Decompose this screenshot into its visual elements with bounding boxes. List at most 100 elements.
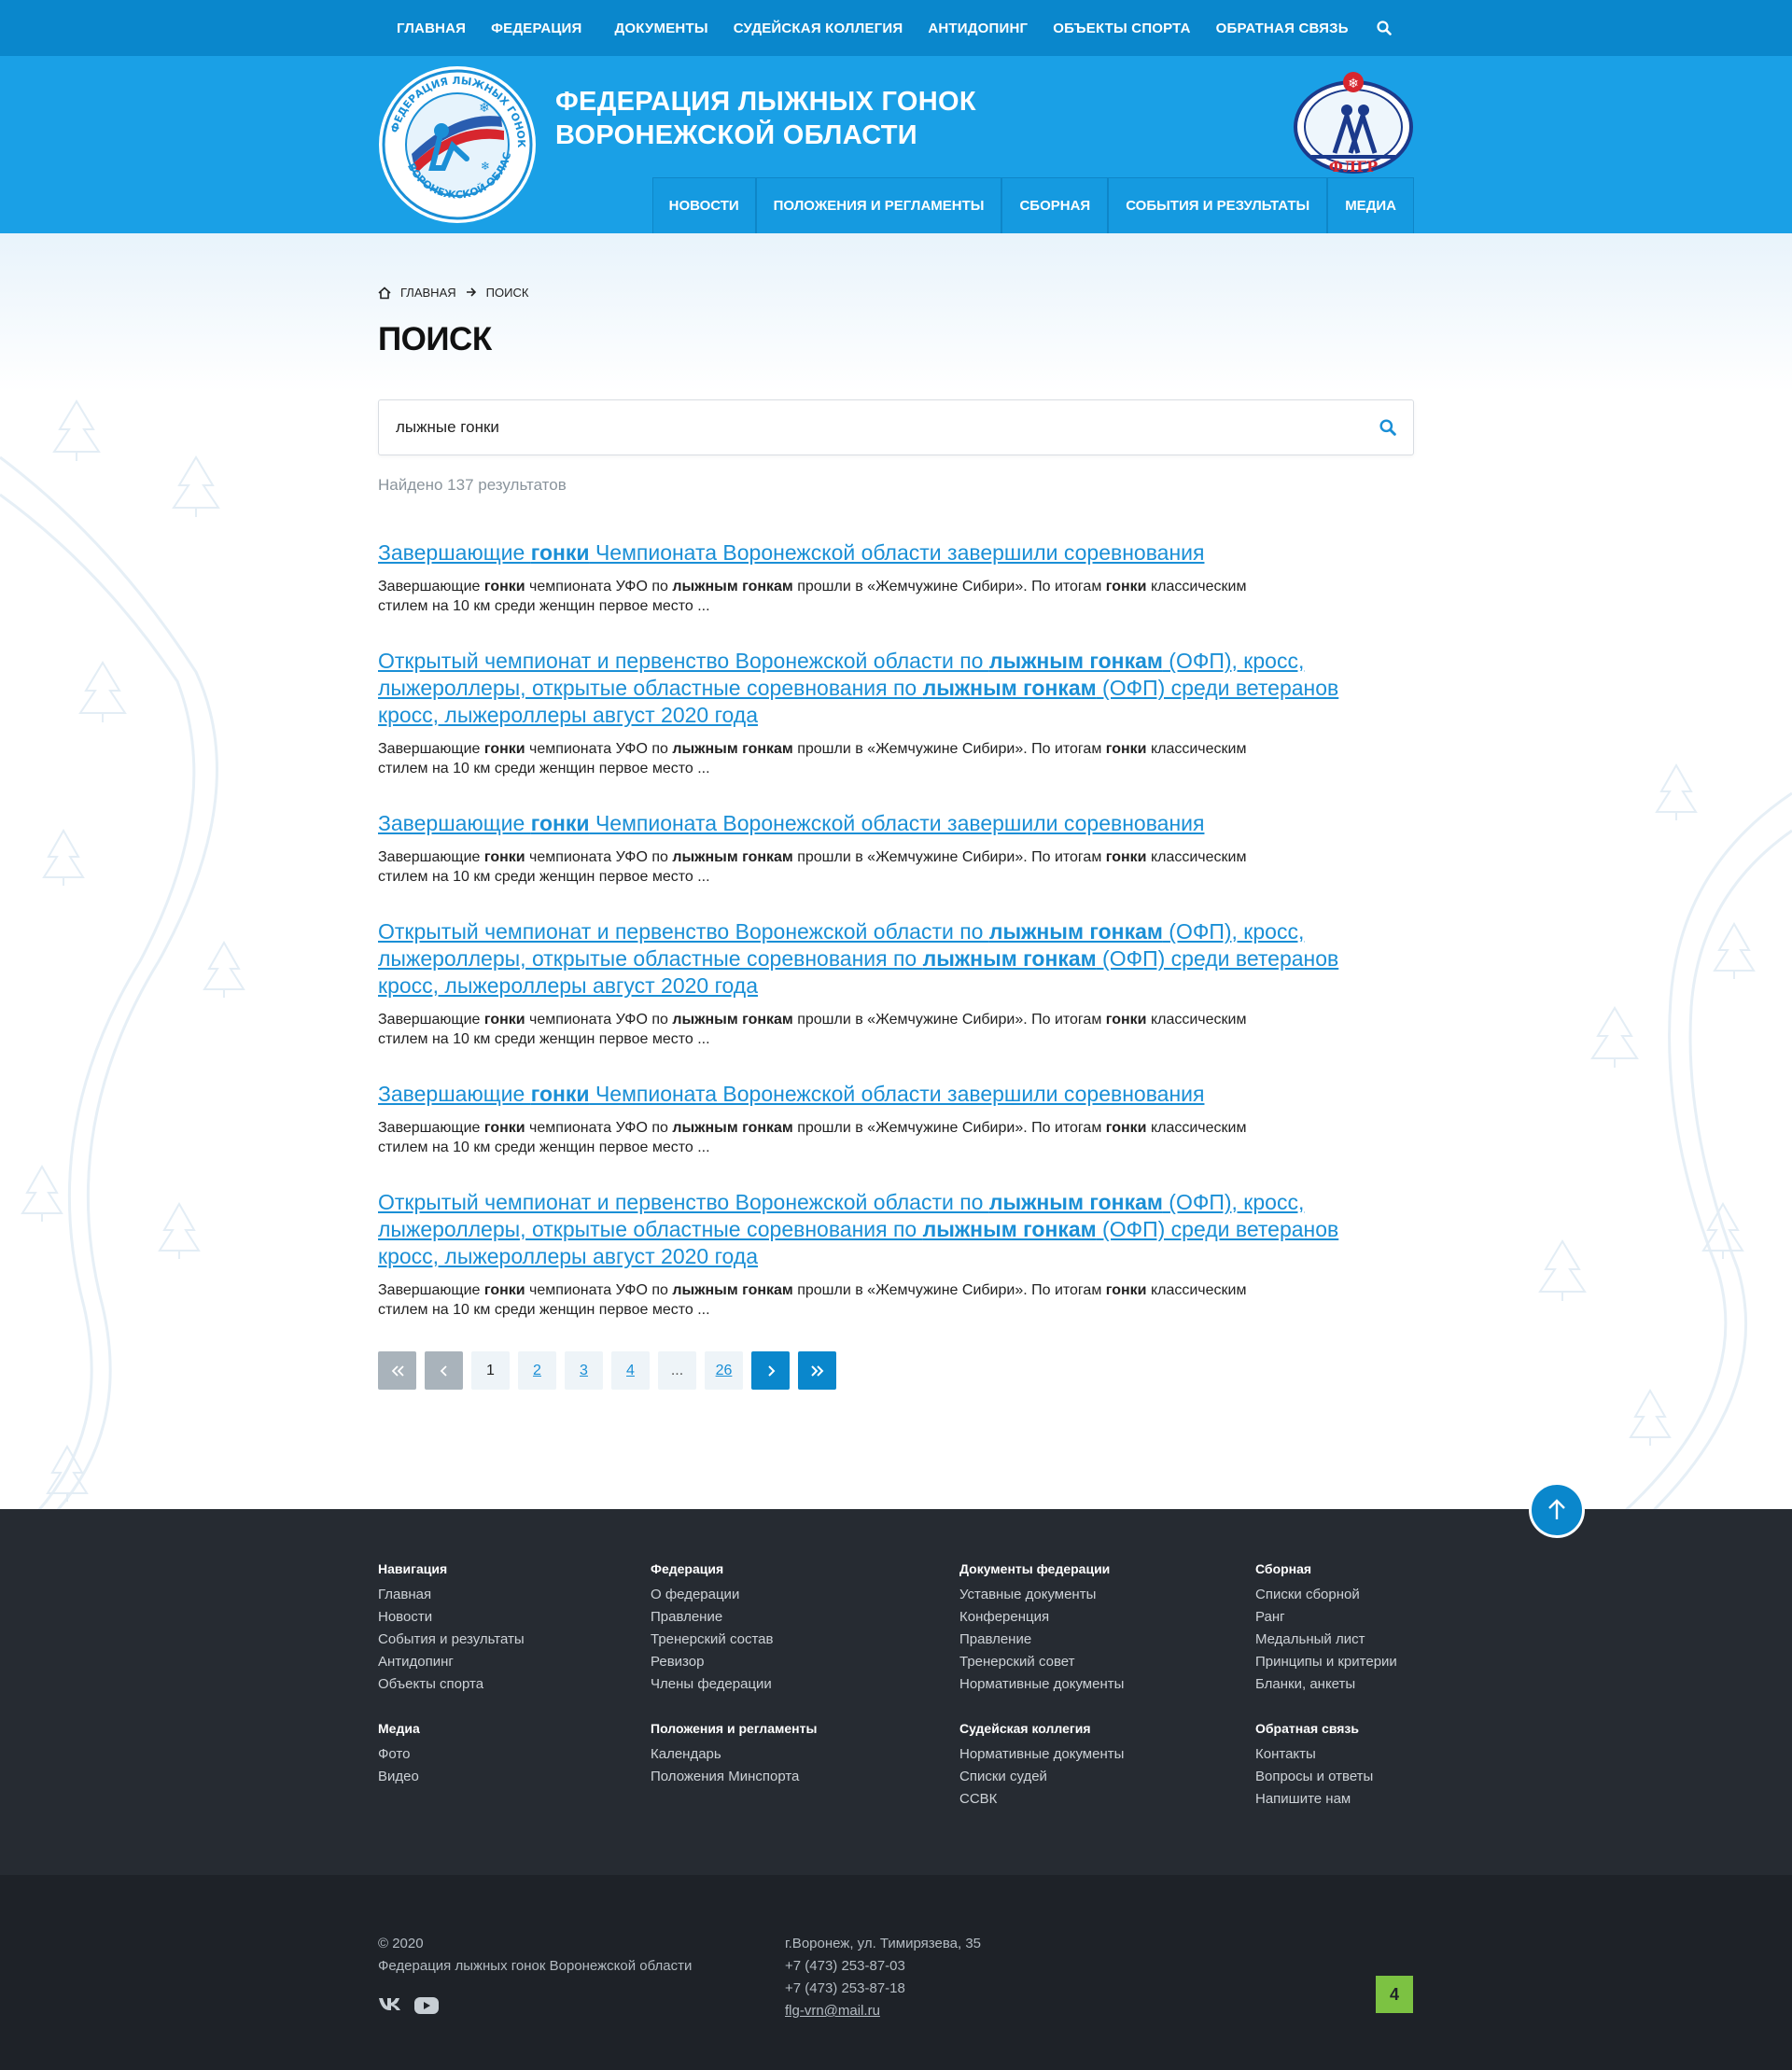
- footer-copyright: © 2020 Федерация лыжных гонок Воронежско…: [378, 1933, 692, 1978]
- topnav-home[interactable]: ГЛАВНАЯ: [397, 21, 466, 36]
- footer-col-title: Навигация: [378, 1561, 448, 1576]
- footer-link[interactable]: Правление: [651, 1606, 949, 1629]
- list-item: Завершающие гонки Чемпионата Воронежской…: [378, 810, 1414, 887]
- footer-link[interactable]: ССВК: [959, 1788, 1258, 1811]
- first-page-button[interactable]: [378, 1351, 416, 1390]
- footer-link[interactable]: Бланки, анкеты: [1255, 1673, 1442, 1696]
- result-snippet: Завершающие гонки чемпионата УФО по лыжн…: [378, 1120, 1247, 1155]
- footer-link[interactable]: Списки сборной: [1255, 1584, 1442, 1606]
- footer-col-regulations: Положения и регламенты Календарь Положен…: [651, 1721, 949, 1788]
- prev-page-button[interactable]: [425, 1351, 463, 1390]
- svg-text:❄: ❄: [481, 160, 490, 173]
- footer-link[interactable]: Главная: [378, 1584, 677, 1606]
- result-title-link[interactable]: Завершающие гонки Чемпионата Воронежской…: [378, 539, 1414, 566]
- result-title-link[interactable]: Открытый чемпионат и первенство Воронежс…: [378, 918, 1414, 1000]
- footer-link[interactable]: О федерации: [651, 1584, 949, 1606]
- topnav-federation[interactable]: ФЕДЕРАЦИЯ: [491, 21, 581, 36]
- breadcrumb-current: ПОИСК: [485, 286, 529, 300]
- result-snippet: Завершающие гонки чемпионата УФО по лыжн…: [378, 741, 1247, 776]
- footer-bottom: © 2020 Федерация лыжных гонок Воронежско…: [0, 1875, 1792, 2070]
- contact-phone-2[interactable]: +7 (473) 253-87-18: [785, 1978, 981, 2000]
- mainnav-events[interactable]: СОБЫТИЯ И РЕЗУЛЬТАТЫ: [1108, 177, 1328, 233]
- list-item: Завершающие гонки Чемпионата Воронежской…: [378, 1081, 1414, 1157]
- chevron-left-icon: [440, 1364, 447, 1377]
- footer-link[interactable]: Вопросы и ответы: [1255, 1766, 1442, 1788]
- footer-link[interactable]: Нормативные документы: [959, 1743, 1258, 1766]
- footer-link[interactable]: Видео: [378, 1766, 677, 1788]
- search-input[interactable]: [396, 418, 1379, 437]
- mainnav-news[interactable]: НОВОСТИ: [651, 177, 756, 233]
- federation-logo[interactable]: ❄ ❄ ФЕДЕРАЦИЯ ЛЫЖНЫХ ГОНОК ВОРОНЕЖСКОЙ О…: [373, 56, 537, 224]
- flgr-logo[interactable]: ❄ ФЛГР: [1293, 63, 1414, 175]
- footer-link[interactable]: Тренерский совет: [959, 1651, 1258, 1673]
- footer-link[interactable]: Положения Минспорта: [651, 1766, 949, 1788]
- mainnav-regulations[interactable]: ПОЛОЖЕНИЯ И РЕГЛАМЕНТЫ: [755, 177, 1002, 233]
- page-hero: ГЛАВНАЯ ПОИСК ПОИСК: [0, 233, 1792, 392]
- last-page-button[interactable]: [798, 1351, 836, 1390]
- topnav-feedback[interactable]: ОБРАТНАЯ СВЯЗЬ: [1216, 21, 1349, 36]
- main-content: Найдено 137 результатов Завершающие гонк…: [0, 399, 1792, 1390]
- double-chevron-left-icon: [391, 1364, 404, 1377]
- footer-col-navigation: Навигация Главная Новости События и резу…: [378, 1561, 677, 1696]
- page-26[interactable]: 26: [705, 1351, 743, 1390]
- mainnav-team[interactable]: СБОРНАЯ: [1001, 177, 1109, 233]
- result-snippet: Завершающие гонки чемпионата УФО по лыжн…: [378, 1012, 1247, 1047]
- footer-link[interactable]: Напишите нам: [1255, 1788, 1442, 1811]
- flgr-logo-text: ФЛГР: [1329, 158, 1378, 175]
- result-snippet: Завершающие гонки чемпионата УФО по лыжн…: [378, 579, 1247, 614]
- search-submit-icon[interactable]: [1379, 419, 1396, 436]
- page-3[interactable]: 3: [565, 1351, 603, 1390]
- home-icon[interactable]: [378, 286, 391, 300]
- result-title-link[interactable]: Завершающие гонки Чемпионата Воронежской…: [378, 810, 1414, 837]
- page-1[interactable]: 1: [471, 1351, 510, 1390]
- footer-link[interactable]: Тренерский состав: [651, 1629, 949, 1651]
- footer-link[interactable]: Календарь: [651, 1743, 949, 1766]
- topnav-judges[interactable]: СУДЕЙСКАЯ КОЛЛЕГИЯ: [734, 21, 903, 36]
- youtube-icon[interactable]: [413, 1996, 440, 2020]
- footer-col-title: Сборная: [1255, 1561, 1312, 1576]
- footer-link[interactable]: Медальный лист: [1255, 1629, 1442, 1651]
- topnav-antidoping[interactable]: АНТИДОПИНГ: [928, 21, 1028, 36]
- footer-link[interactable]: Контакты: [1255, 1743, 1442, 1766]
- breadcrumb-home[interactable]: ГЛАВНАЯ: [400, 286, 456, 300]
- footer-link[interactable]: Конференция: [959, 1606, 1258, 1629]
- site-footer: Навигация Главная Новости События и резу…: [0, 1509, 1792, 2070]
- footer-link[interactable]: События и результаты: [378, 1629, 677, 1651]
- next-page-button[interactable]: [751, 1351, 790, 1390]
- developer-badge[interactable]: 4: [1376, 1976, 1413, 2013]
- footer-link[interactable]: Антидопинг: [378, 1651, 677, 1673]
- footer-col-feedback: Обратная связь Контакты Вопросы и ответы…: [1255, 1721, 1442, 1811]
- footer-link[interactable]: Нормативные документы: [959, 1673, 1258, 1696]
- footer-col-federation: Федерация О федерации Правление Тренерск…: [651, 1561, 949, 1696]
- double-chevron-right-icon: [810, 1364, 823, 1377]
- vk-icon[interactable]: [378, 1996, 402, 2020]
- search-results: Завершающие гонки Чемпионата Воронежской…: [378, 539, 1414, 1320]
- footer-link[interactable]: Члены федерации: [651, 1673, 949, 1696]
- page-4[interactable]: 4: [611, 1351, 650, 1390]
- search-icon[interactable]: [1377, 21, 1392, 35]
- main-nav: НОВОСТИ ПОЛОЖЕНИЯ И РЕГЛАМЕНТЫ СБОРНАЯ С…: [651, 177, 1414, 233]
- footer-link[interactable]: Правление: [959, 1629, 1258, 1651]
- topnav-documents[interactable]: ДОКУМЕНТЫ: [615, 21, 708, 36]
- mainnav-media[interactable]: МЕДИА: [1327, 177, 1414, 233]
- footer-link[interactable]: Фото: [378, 1743, 677, 1766]
- result-title-link[interactable]: Открытый чемпионат и первенство Воронежс…: [378, 648, 1414, 729]
- site-title[interactable]: ФЕДЕРАЦИЯ ЛЫЖНЫХ ГОНОК ВОРОНЕЖСКОЙ ОБЛАС…: [555, 85, 976, 152]
- footer-link[interactable]: Списки судей: [959, 1766, 1258, 1788]
- contact-email[interactable]: flg-vrn@mail.ru: [785, 2003, 880, 2019]
- footer-link[interactable]: Новости: [378, 1606, 677, 1629]
- page-2[interactable]: 2: [518, 1351, 556, 1390]
- contact-address: г.Воронеж, ул. Тимирязева, 35: [785, 1936, 982, 1951]
- topnav-sport-objects[interactable]: ОБЪЕКТЫ СПОРТА: [1053, 21, 1190, 36]
- footer-link[interactable]: Принципы и критерии: [1255, 1651, 1442, 1673]
- contact-phone-1[interactable]: +7 (473) 253-87-03: [785, 1955, 981, 1978]
- result-title-link[interactable]: Открытый чемпионат и первенство Воронежс…: [378, 1189, 1414, 1270]
- footer-link[interactable]: Ревизор: [651, 1651, 949, 1673]
- footer-link[interactable]: Объекты спорта: [378, 1673, 677, 1696]
- list-item: Открытый чемпионат и первенство Воронежс…: [378, 1189, 1414, 1320]
- result-title-link[interactable]: Завершающие гонки Чемпионата Воронежской…: [378, 1081, 1414, 1108]
- scroll-to-top-button[interactable]: [1529, 1482, 1585, 1538]
- result-snippet: Завершающие гонки чемпионата УФО по лыжн…: [378, 849, 1247, 885]
- footer-link[interactable]: Уставные документы: [959, 1584, 1258, 1606]
- footer-link[interactable]: Ранг: [1255, 1606, 1442, 1629]
